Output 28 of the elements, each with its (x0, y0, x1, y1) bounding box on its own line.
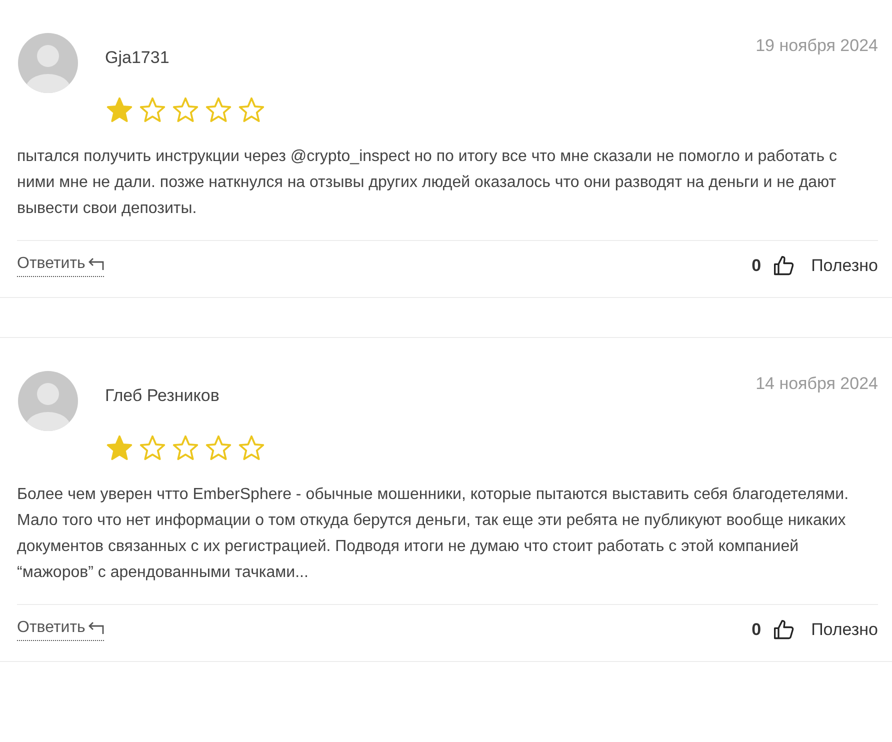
review-text: Более чем уверен чтто EmberSphere - обычные мошенники, которые пытаются выставить себя благодетелями. Мало того что нет информации о том откуда берутся деньги, так еще эти ребята не публикуют вообще никаких документов связанных с их регистрацией. Подводя итоги не думаю что стоит работать с этой компанией “мажоров” с арендованными тачками... (17, 485, 850, 583)
review-date: 19 ноября 2024 (756, 35, 878, 56)
star-icon (105, 434, 134, 462)
helpful-button[interactable]: Полезно (811, 256, 878, 276)
reply-arrow-icon (88, 621, 104, 635)
avatar-icon (17, 370, 79, 432)
star-icon (204, 434, 233, 462)
author-name: Глеб Резников (105, 386, 220, 405)
helpful-button[interactable]: Полезно (811, 620, 878, 640)
reply-link[interactable]: Ответить (17, 619, 104, 641)
star-icon (138, 434, 167, 462)
star-icon (237, 96, 266, 124)
star-icon (171, 96, 200, 124)
reply-arrow-icon (88, 257, 104, 271)
star-icon (105, 96, 134, 124)
star-icon (138, 96, 167, 124)
like-count: 0 (752, 620, 762, 640)
avatar-icon (17, 32, 79, 94)
review-date: 14 ноября 2024 (756, 373, 878, 394)
review-text: пытался получить инструкции через @crypto_inspect но по итогу все что мне сказали не помогло и работать с ними мне не дали. позже наткнулся на отзывы других людей оказалось что они разводят на деньги и не дают вывести свои депозиты. (17, 147, 838, 219)
thumbs-up-icon[interactable] (773, 255, 796, 277)
thumbs-up-icon[interactable] (773, 619, 796, 641)
author-name: Gja1731 (105, 48, 170, 67)
star-icon (237, 434, 266, 462)
star-icon (171, 434, 200, 462)
reply-link[interactable]: Ответить (17, 255, 104, 277)
like-count: 0 (752, 256, 762, 276)
star-icon (204, 96, 233, 124)
